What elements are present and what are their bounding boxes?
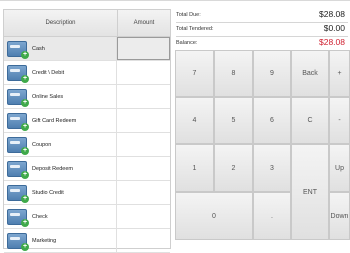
payment-label: Online Sales <box>32 93 64 100</box>
amount-cell[interactable] <box>117 157 170 180</box>
payment-label: Studio Credit <box>32 189 64 196</box>
enter-key[interactable]: ENT <box>291 144 329 240</box>
description-cell[interactable]: + Studio Credit <box>4 181 117 204</box>
amount-cell[interactable] <box>117 181 170 204</box>
payment-card-add-icon: + <box>7 184 29 203</box>
amount-cell[interactable] <box>117 133 170 156</box>
amount-column-header: Amount <box>133 20 155 26</box>
payment-card-add-icon: + <box>7 64 29 83</box>
numeric-keypad: 7 8 9 Back + 4 5 6 C - 1 2 3 ENT Up 0 . … <box>175 50 350 240</box>
payment-card-add-icon: + <box>7 136 29 155</box>
description-cell[interactable]: + Marketing <box>4 229 117 252</box>
key-8[interactable]: 8 <box>214 50 253 97</box>
payment-label: Deposit Redeem <box>32 165 73 172</box>
amount-cell[interactable] <box>117 85 170 108</box>
key-5[interactable]: 5 <box>214 97 253 144</box>
payment-label: Gift Card Redeem <box>32 117 77 124</box>
payment-row-credit-debit[interactable]: + Credit \ Debit <box>4 61 170 85</box>
key-7[interactable]: 7 <box>175 50 214 97</box>
payment-label: Coupon <box>32 141 52 148</box>
payment-label: Cash <box>32 45 45 52</box>
payment-card-add-icon: + <box>7 160 29 179</box>
payment-card-add-icon: + <box>7 88 29 107</box>
top-divider <box>0 0 350 1</box>
payment-card-add-icon: + <box>7 40 29 59</box>
amount-cell[interactable] <box>117 37 170 60</box>
payment-row-marketing[interactable]: + Marketing <box>4 229 170 253</box>
up-key[interactable]: Up <box>329 144 350 192</box>
payment-method-table: Description Amount + Cash + Credit \ Deb… <box>3 9 171 253</box>
payment-row-online-sales[interactable]: + Online Sales <box>4 85 170 109</box>
minus-key[interactable]: - <box>329 97 350 144</box>
payment-row-studio-credit[interactable]: + Studio Credit <box>4 181 170 205</box>
total-due-value: $28.08 <box>319 9 345 19</box>
table-header: Description Amount <box>4 10 170 37</box>
back-key[interactable]: Back <box>291 50 329 97</box>
key-0[interactable]: 0 <box>175 192 253 240</box>
total-tendered-row: Total Tendered: $0.00 <box>176 23 348 37</box>
total-tendered-value: $0.00 <box>323 23 345 33</box>
payment-card-add-icon: + <box>7 112 29 131</box>
payment-row-cash[interactable]: + Cash <box>4 37 170 61</box>
balance-row: Balance: $28.08 <box>176 37 348 51</box>
amount-cell[interactable] <box>117 61 170 84</box>
payment-card-add-icon: + <box>7 208 29 227</box>
key-1[interactable]: 1 <box>175 144 214 192</box>
description-cell[interactable]: + Gift Card Redeem <box>4 109 117 132</box>
decimal-key[interactable]: . <box>253 192 291 240</box>
payment-row-gift-card-redeem[interactable]: + Gift Card Redeem <box>4 109 170 133</box>
amount-cell[interactable] <box>117 229 170 252</box>
description-cell[interactable]: + Online Sales <box>4 85 117 108</box>
key-6[interactable]: 6 <box>253 97 291 144</box>
balance-value: $28.08 <box>319 37 345 47</box>
total-tendered-label: Total Tendered: <box>176 26 214 32</box>
key-4[interactable]: 4 <box>175 97 214 144</box>
description-cell[interactable]: + Cash <box>4 37 117 60</box>
payment-row-coupon[interactable]: + Coupon <box>4 133 170 157</box>
description-cell[interactable]: + Check <box>4 205 117 228</box>
total-due-row: Total Due: $28.08 <box>176 9 348 23</box>
payment-label: Marketing <box>32 237 57 244</box>
plus-key[interactable]: + <box>329 50 350 97</box>
description-column-header: Description <box>4 10 118 36</box>
key-2[interactable]: 2 <box>214 144 253 192</box>
payment-row-check[interactable]: + Check <box>4 205 170 229</box>
key-9[interactable]: 9 <box>253 50 291 97</box>
down-key[interactable]: Down <box>329 192 350 240</box>
key-3[interactable]: 3 <box>253 144 291 192</box>
description-cell[interactable]: + Deposit Redeem <box>4 157 117 180</box>
amount-cell[interactable] <box>117 109 170 132</box>
description-cell[interactable]: + Credit \ Debit <box>4 61 117 84</box>
amount-cell[interactable] <box>117 205 170 228</box>
totals-panel: Total Due: $28.08 Total Tendered: $0.00 … <box>176 9 348 51</box>
payment-card-add-icon: + <box>7 232 29 251</box>
description-cell[interactable]: + Coupon <box>4 133 117 156</box>
payment-row-deposit-redeem[interactable]: + Deposit Redeem <box>4 157 170 181</box>
payment-label: Check <box>32 213 48 220</box>
balance-label: Balance: <box>176 40 198 46</box>
clear-key[interactable]: C <box>291 97 329 144</box>
total-due-label: Total Due: <box>176 12 201 18</box>
payment-label: Credit \ Debit <box>32 69 65 76</box>
